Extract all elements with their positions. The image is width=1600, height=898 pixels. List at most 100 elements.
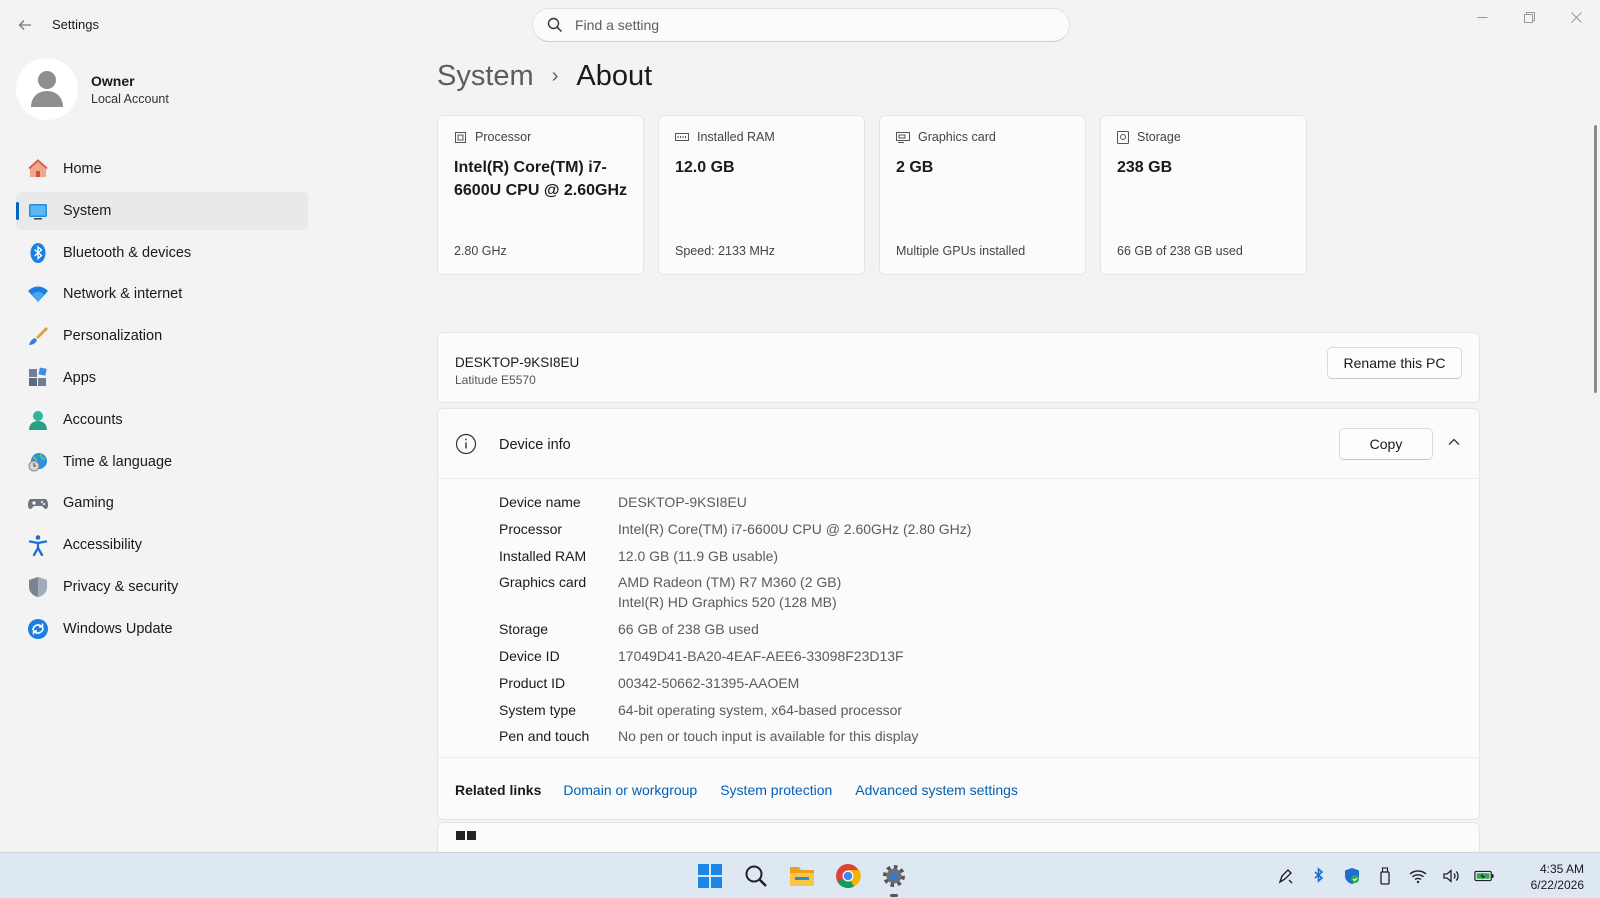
spec-row: Processor Intel(R) Core(TM) i7-6600U CPU… (499, 519, 971, 539)
search-icon (745, 865, 767, 887)
usb-tray-icon[interactable] (1375, 866, 1395, 886)
sidebar-item-label: Gaming (63, 495, 114, 512)
device-info-title: Device info (499, 437, 571, 453)
spec-card-ram: Installed RAM 12.0 GB Speed: 2133 MHz (658, 115, 865, 275)
user-avatar-icon (31, 71, 63, 107)
breadcrumb-parent[interactable]: System (437, 60, 534, 93)
wifi-tray-icon[interactable] (1408, 866, 1428, 886)
scrollbar[interactable] (1594, 125, 1597, 393)
spec-card-value: 12.0 GB (675, 159, 735, 176)
clock-time: 4:35 AM (1539, 862, 1584, 876)
link-advanced-system-settings[interactable]: Advanced system settings (855, 782, 1018, 798)
apps-icon (27, 367, 49, 389)
pen-icon[interactable] (1276, 866, 1296, 886)
settings-button[interactable] (878, 860, 910, 897)
taskbar-search-button[interactable] (740, 860, 772, 892)
sidebar-item-accounts[interactable]: Accounts (16, 401, 308, 439)
rename-pc-button[interactable]: Rename this PC (1327, 347, 1462, 379)
search-box[interactable] (532, 8, 1070, 42)
sidebar-item-home[interactable]: Home (16, 150, 308, 188)
accessibility-icon (27, 534, 49, 557)
user-profile[interactable]: Owner Local Account (16, 58, 169, 120)
link-system-protection[interactable]: System protection (720, 782, 832, 798)
sidebar-item-bluetooth[interactable]: Bluetooth & devices (16, 234, 308, 272)
sidebar-item-accessibility[interactable]: Accessibility (16, 526, 308, 564)
spec-row-label: Installed RAM (499, 547, 587, 564)
breadcrumb-separator: › (551, 65, 559, 87)
minimize-button[interactable] (1459, 4, 1505, 30)
file-explorer-button[interactable] (786, 860, 818, 892)
system-icon (27, 200, 49, 222)
spec-card-graphics: Graphics card 2 GB Multiple GPUs install… (879, 115, 1086, 275)
taskbar-apps (694, 860, 924, 897)
spec-row-value: Intel(R) Core(TM) i7-6600U CPU @ 2.60GHz… (618, 520, 972, 537)
sidebar-item-network[interactable]: Network & internet (16, 275, 308, 313)
back-arrow-icon (18, 20, 31, 30)
sidebar-item-label: Accessibility (63, 537, 142, 554)
windows-start-icon (698, 864, 722, 888)
update-icon (27, 618, 49, 640)
chrome-icon (836, 864, 861, 889)
info-icon (455, 433, 477, 455)
link-domain-workgroup[interactable]: Domain or workgroup (563, 782, 697, 798)
copy-button[interactable]: Copy (1339, 428, 1433, 460)
profile-name: Owner (91, 72, 135, 89)
sidebar-item-label: Accounts (63, 411, 123, 428)
spec-card-value: 2 GB (896, 159, 934, 176)
sidebar-item-personalization[interactable]: Personalization (16, 317, 308, 355)
spec-row: Graphics card AMD Radeon (TM) R7 M360 (2… (499, 572, 971, 612)
app-title: Settings (52, 17, 99, 32)
avatar (16, 58, 78, 120)
start-button[interactable] (694, 860, 726, 892)
sidebar-item-privacy-security[interactable]: Privacy & security (16, 568, 308, 606)
security-tray-icon[interactable] (1342, 866, 1362, 886)
spec-row-value: 12.0 GB (11.9 GB usable) (618, 547, 779, 564)
sidebar-item-label: System (63, 202, 112, 219)
spec-row-label: Product ID (499, 674, 566, 691)
sidebar-item-system[interactable]: System (16, 191, 308, 230)
system-tray (1263, 866, 1494, 886)
sidebar-item-label: Network & internet (63, 286, 183, 303)
spec-card-value: 238 GB (1117, 159, 1173, 176)
spec-cards: Processor Intel(R) Core(TM) i7-6600U CPU… (437, 115, 1321, 275)
processor-icon (455, 131, 466, 143)
battery-tray-icon[interactable] (1474, 866, 1494, 886)
search-input[interactable] (575, 17, 1045, 33)
sidebar-item-time-language[interactable]: Time & language (16, 443, 308, 481)
back-button[interactable] (14, 14, 36, 36)
restore-button[interactable] (1506, 4, 1552, 30)
spec-row-value: DESKTOP-9KSI8EU (618, 494, 747, 510)
sidebar-item-label: Apps (63, 369, 97, 386)
restore-icon (1523, 11, 1535, 23)
chevron-up-icon[interactable] (1447, 435, 1461, 449)
file-explorer-icon (790, 867, 814, 886)
brush-icon (27, 325, 49, 347)
device-info-card: Device info Copy Device name DESKTOP-9KS… (437, 408, 1480, 820)
spec-row-value: 17049D41-BA20-4EAF-AEE6-33098F23D13F (618, 647, 904, 664)
sidebar-item-apps[interactable]: Apps (16, 359, 308, 397)
sidebar-item-label: Time & language (63, 453, 173, 470)
windows-specifications-card (437, 822, 1480, 852)
spec-card-title: Processor (475, 130, 532, 144)
device-spec-table: Device name DESKTOP-9KSI8EU Processor In… (499, 492, 971, 753)
spec-row-value-group: AMD Radeon (TM) R7 M360 (2 GB) Intel(R) … (618, 572, 841, 612)
wifi-icon (27, 283, 49, 305)
sidebar-nav: Home System Bluetooth & devices Network … (16, 150, 308, 652)
close-button[interactable] (1553, 4, 1599, 30)
sidebar-item-windows-update[interactable]: Windows Update (16, 610, 308, 648)
bluetooth-tray-icon[interactable] (1309, 866, 1329, 886)
chrome-button[interactable] (832, 860, 864, 892)
profile-account-type: Local Account (91, 91, 169, 106)
sidebar-item-gaming[interactable]: Gaming (16, 484, 308, 522)
spec-row: Storage 66 GB of 238 GB used (499, 619, 971, 639)
pc-model: Latitude E5570 (455, 373, 536, 387)
device-info-header[interactable]: Device info Copy (438, 409, 1479, 479)
taskbar-clock[interactable]: 4:35 AM 6/22/2026 (1531, 861, 1584, 893)
spec-row: Installed RAM 12.0 GB (11.9 GB usable) (499, 546, 971, 566)
spec-card-value: Intel(R) Core(TM) i7-6600U CPU @ 2.60GHz (454, 159, 628, 199)
volume-tray-icon[interactable] (1441, 866, 1461, 886)
pc-name-card: DESKTOP-9KSI8EU Latitude E5570 Rename th… (437, 332, 1480, 403)
spec-row-value: 66 GB of 238 GB used (618, 621, 759, 638)
sidebar-item-label: Bluetooth & devices (63, 244, 192, 261)
spec-card-title: Graphics card (918, 130, 996, 144)
